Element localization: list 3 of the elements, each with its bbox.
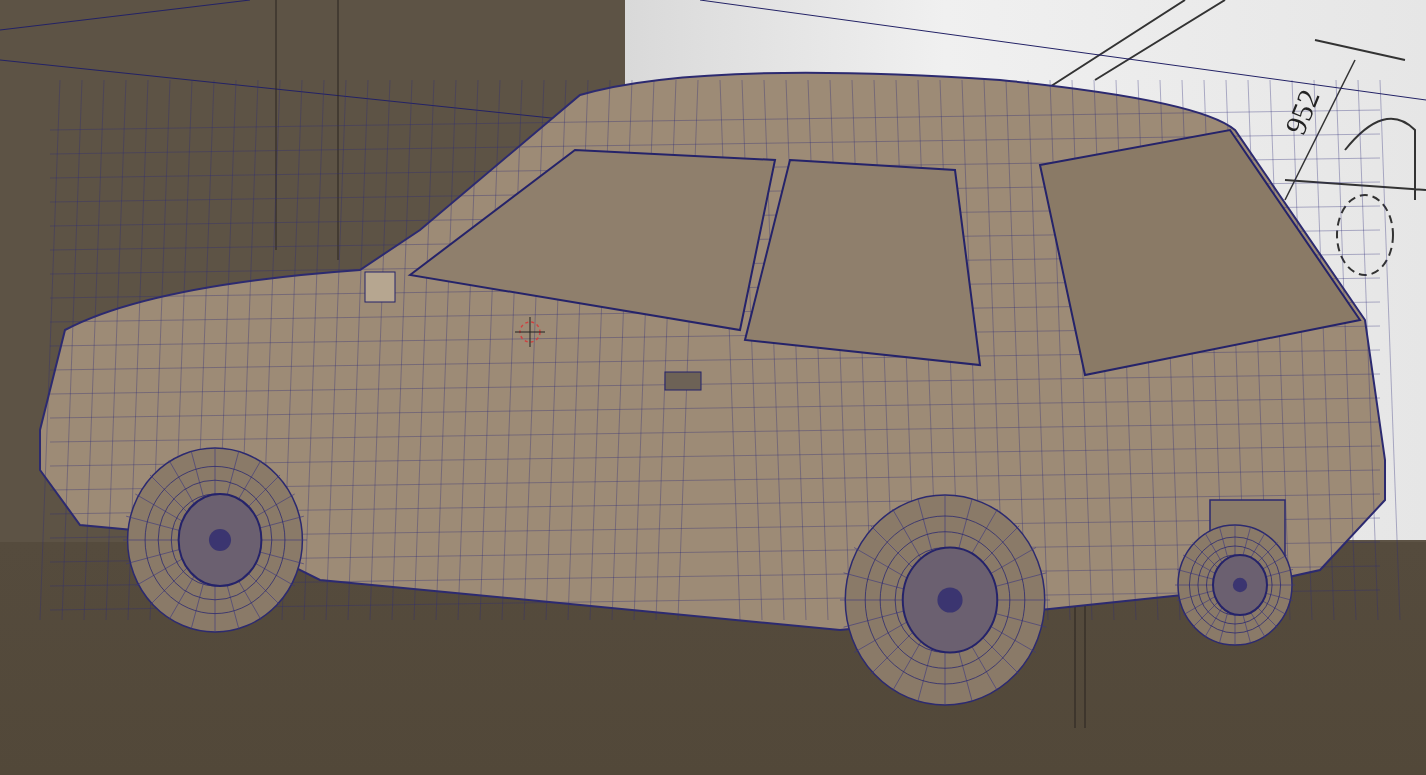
3d-viewport[interactable]: 952 <box>0 0 1426 775</box>
dimension-label: 952 <box>1278 84 1327 140</box>
3d-cursor-icon <box>514 316 546 348</box>
